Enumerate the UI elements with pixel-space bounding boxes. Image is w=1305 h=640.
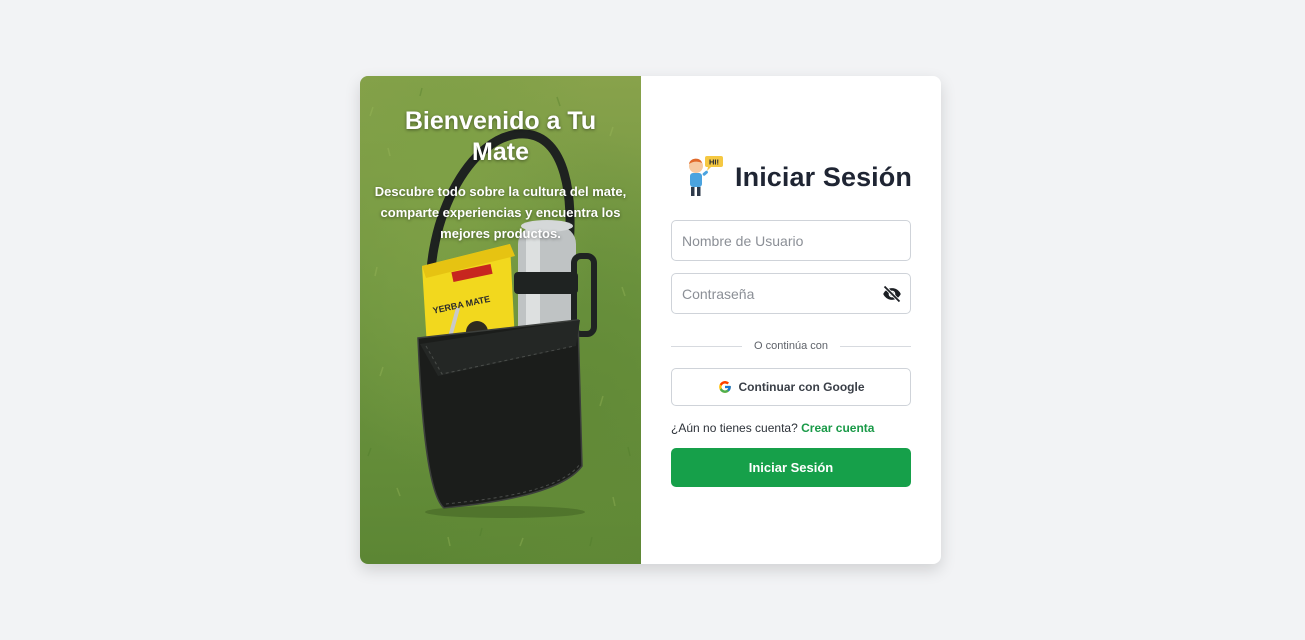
divider-text: O continúa con — [754, 340, 828, 352]
divider-line-right — [840, 345, 911, 347]
waving-person-icon: HI! — [689, 156, 723, 196]
divider-line-left — [671, 345, 742, 347]
form-layer: HI! Iniciar Sesión O continúa con — [360, 76, 941, 564]
password-field[interactable] — [671, 273, 911, 314]
avatar-bubble-text: HI! — [709, 158, 719, 167]
google-button-label: Continuar con Google — [738, 380, 865, 394]
google-login-button[interactable]: Continuar con Google — [671, 368, 911, 406]
password-input[interactable] — [672, 274, 910, 313]
or-divider: O continúa con — [671, 340, 911, 352]
create-account-link[interactable]: Crear cuenta — [801, 421, 874, 435]
signup-row: ¿Aún no tienes cuenta? Crear cuenta — [671, 421, 874, 435]
form-title: Iniciar Sesión — [735, 161, 912, 192]
login-submit-button[interactable]: Iniciar Sesión — [671, 448, 911, 487]
username-field[interactable] — [671, 220, 911, 261]
username-input[interactable] — [672, 221, 910, 260]
signup-prompt: ¿Aún no tienes cuenta? — [671, 421, 798, 435]
eye-off-icon[interactable] — [882, 284, 902, 304]
google-icon — [718, 381, 731, 393]
form-header: HI! Iniciar Sesión — [681, 154, 912, 200]
